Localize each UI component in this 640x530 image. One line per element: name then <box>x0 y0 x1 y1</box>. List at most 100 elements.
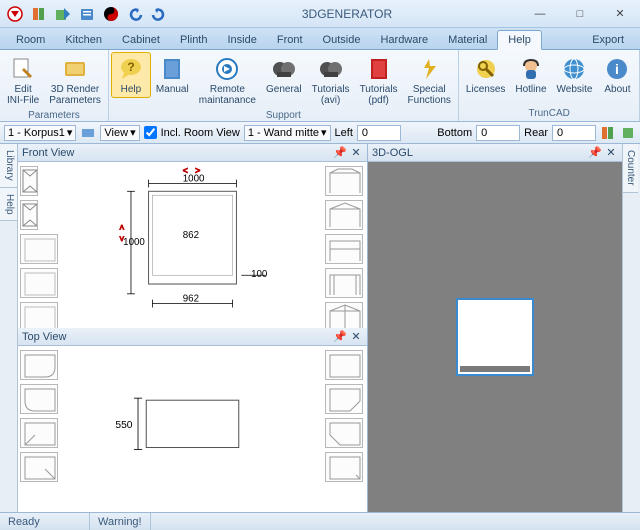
thumb[interactable] <box>325 166 363 196</box>
wall-select[interactable]: 1 - Wand mitte ▾ <box>244 125 331 141</box>
maximize-button[interactable]: □ <box>560 0 600 28</box>
quick-access-toolbar <box>0 3 174 25</box>
tab-inside[interactable]: Inside <box>218 31 267 49</box>
remote-button[interactable]: Remote maintanance <box>194 52 261 109</box>
right-side-tabs: Counter <box>622 144 640 512</box>
manual-button[interactable]: Manual <box>151 52 194 98</box>
qat-btn-2[interactable] <box>52 3 74 25</box>
tutorials-pdf-button[interactable]: Tutorials (pdf) <box>355 52 403 109</box>
thumb[interactable] <box>20 418 58 448</box>
pin-icon[interactable]: 📌 <box>333 146 347 160</box>
top-thumbs-right <box>321 346 367 512</box>
thumb[interactable] <box>325 302 363 328</box>
window-buttons: — □ ✕ <box>520 0 640 28</box>
view-icon[interactable] <box>80 125 96 141</box>
website-button[interactable]: Website <box>552 52 598 98</box>
close-panel-icon[interactable]: ✕ <box>349 146 363 160</box>
thumb[interactable] <box>20 350 58 380</box>
front-drawing[interactable]: < > 1000 ˄˅ 1000 862 962 100 <box>64 162 321 328</box>
bottom-input[interactable] <box>476 125 520 141</box>
corpus-select[interactable]: 1 - Korpus1 ▾ <box>4 125 76 141</box>
ogl-header: 3D-OGL 📌 ✕ <box>368 144 622 162</box>
ogl-object[interactable] <box>456 298 534 376</box>
about-button[interactable]: iAbout <box>597 52 637 98</box>
tab-export[interactable]: Export <box>582 31 634 49</box>
svg-text:862: 862 <box>183 230 199 241</box>
left-input[interactable] <box>357 125 401 141</box>
thumb[interactable] <box>20 268 58 298</box>
svg-text:550: 550 <box>115 420 132 431</box>
redo-icon[interactable] <box>148 3 170 25</box>
toolbar-icon-1[interactable] <box>600 125 616 141</box>
thumb[interactable] <box>20 200 38 230</box>
edit-ini-button[interactable]: Edit INI-File <box>2 52 44 109</box>
thumb[interactable] <box>20 384 58 414</box>
view-select[interactable]: View ▾ <box>100 125 139 141</box>
tab-material[interactable]: Material <box>438 31 497 49</box>
tab-hardware[interactable]: Hardware <box>370 31 438 49</box>
thumb[interactable] <box>325 452 363 482</box>
rear-label: Rear <box>524 127 548 139</box>
top-view-body[interactable]: 550 <box>18 346 367 512</box>
general-button[interactable]: General <box>261 52 307 98</box>
hotline-button[interactable]: Hotline <box>510 52 551 98</box>
thumb[interactable] <box>20 302 58 328</box>
thumb[interactable] <box>325 418 363 448</box>
render-params-button[interactable]: 3D Render Parameters <box>44 52 106 109</box>
qat-btn-yinyang[interactable] <box>100 3 122 25</box>
options-toolbar: 1 - Korpus1 ▾ View ▾ Incl. Room View 1 -… <box>0 122 640 144</box>
thumb[interactable] <box>325 200 363 230</box>
undo-icon[interactable] <box>124 3 146 25</box>
toolbar-icon-2[interactable] <box>620 125 636 141</box>
tab-outside[interactable]: Outside <box>313 31 371 49</box>
top-view-title: Top View <box>22 331 66 343</box>
bottom-label: Bottom <box>437 127 472 139</box>
close-button[interactable]: ✕ <box>600 0 640 28</box>
sidetab-help[interactable]: Help <box>0 188 17 222</box>
thumb[interactable] <box>325 268 363 298</box>
tab-kitchen[interactable]: Kitchen <box>55 31 112 49</box>
svg-text:i: i <box>616 61 620 77</box>
svg-text:˄: ˄ <box>119 222 124 232</box>
tutorials-avi-button[interactable]: Tutorials (avi) <box>307 52 355 109</box>
tab-room[interactable]: Room <box>6 31 55 49</box>
special-functions-button[interactable]: Special Functions <box>403 52 456 109</box>
left-side-tabs: Library Help <box>0 144 18 512</box>
thumb[interactable] <box>20 234 58 264</box>
thumb[interactable] <box>325 234 363 264</box>
ribbon-tabs: Room Kitchen Cabinet Plinth Inside Front… <box>0 28 640 50</box>
thumb[interactable] <box>325 350 363 380</box>
tab-plinth[interactable]: Plinth <box>170 31 218 49</box>
app-icon[interactable] <box>4 3 26 25</box>
sidetab-library[interactable]: Library <box>0 144 17 188</box>
tab-help[interactable]: Help <box>497 30 542 50</box>
thumb[interactable] <box>20 452 58 482</box>
pin-icon[interactable]: 📌 <box>333 330 347 344</box>
thumb[interactable] <box>20 166 38 196</box>
incl-room-checkbox[interactable] <box>144 126 157 139</box>
thumb[interactable] <box>325 384 363 414</box>
ribbon: Edit INI-File 3D Render Parameters Param… <box>0 50 640 122</box>
group-support: ?Help Manual Remote maintanance General … <box>109 50 459 121</box>
help-button[interactable]: ?Help <box>111 52 151 98</box>
rear-input[interactable] <box>552 125 596 141</box>
sidetab-counter[interactable]: Counter <box>623 144 638 193</box>
top-drawing[interactable]: 550 <box>64 346 321 512</box>
tab-cabinet[interactable]: Cabinet <box>112 31 170 49</box>
minimize-button[interactable]: — <box>520 0 560 28</box>
ogl-viewport[interactable] <box>368 162 622 512</box>
qat-btn-3[interactable] <box>76 3 98 25</box>
svg-text:962: 962 <box>183 294 199 305</box>
qat-btn-1[interactable] <box>28 3 50 25</box>
incl-room-label: Incl. Room View <box>161 127 240 139</box>
close-panel-icon[interactable]: ✕ <box>349 330 363 344</box>
licenses-button[interactable]: Licenses <box>461 52 510 98</box>
pin-icon[interactable]: 📌 <box>588 146 602 160</box>
front-thumbs-right <box>321 162 367 328</box>
chevron-down-icon: ▾ <box>67 126 73 139</box>
tab-front[interactable]: Front <box>267 31 313 49</box>
front-view-body[interactable]: < > 1000 ˄˅ 1000 862 962 100 <box>18 162 367 328</box>
svg-text:1000: 1000 <box>183 174 205 185</box>
title-bar: 3DGENERATOR — □ ✕ <box>0 0 640 28</box>
close-panel-icon[interactable]: ✕ <box>604 146 618 160</box>
